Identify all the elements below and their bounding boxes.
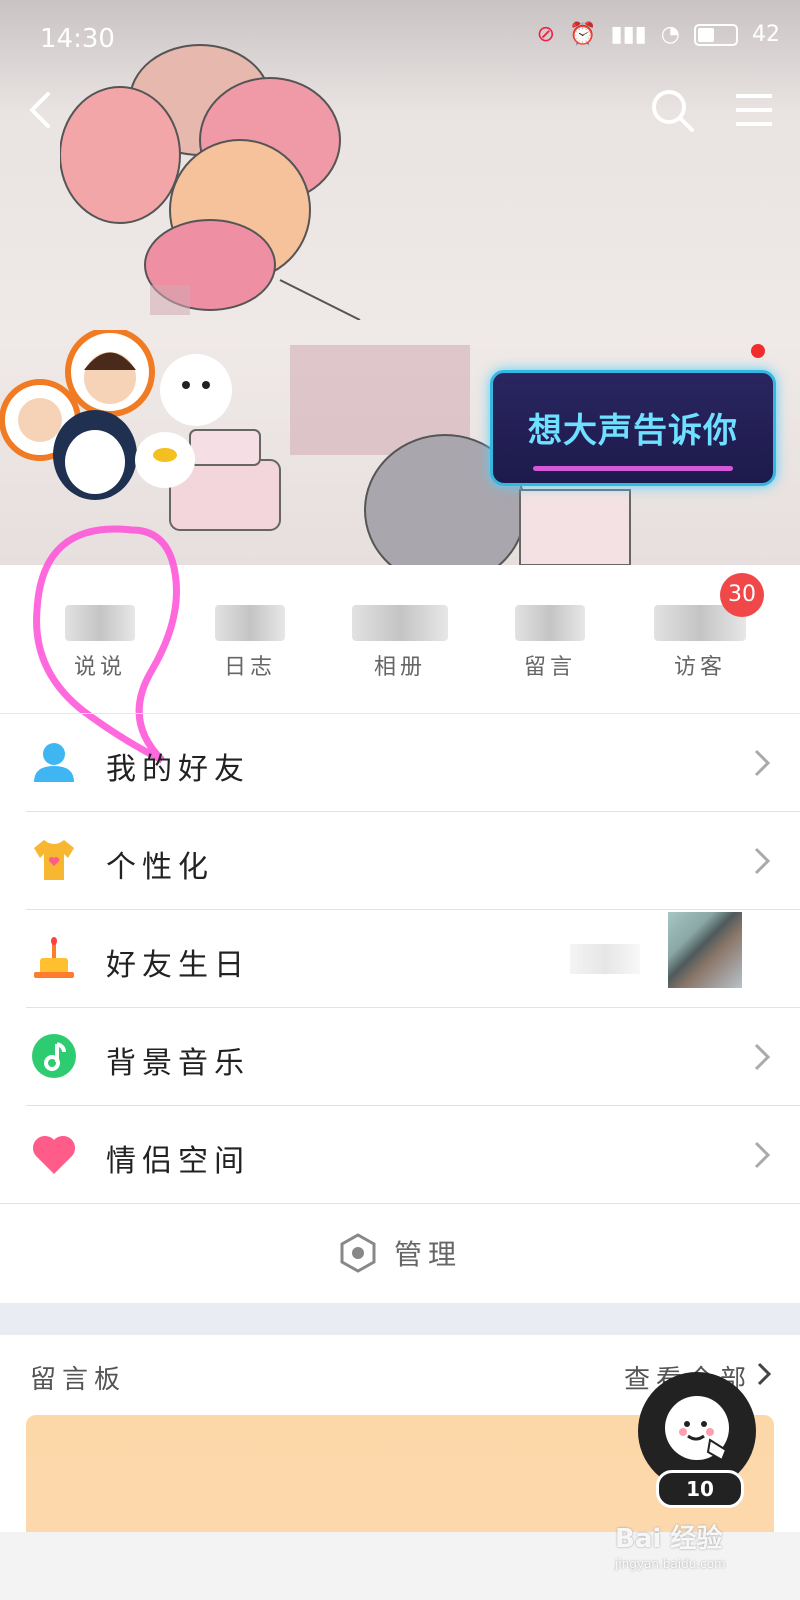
notification-dot (751, 344, 765, 358)
cover-image[interactable]: 14:30 ⊘ ⏰ ▮▮▮ ◔ 42 想大声告诉你 (0, 0, 800, 565)
chevron-right-icon (754, 1043, 771, 1071)
music-note-icon (32, 1034, 76, 1078)
hamburger-menu-icon[interactable] (730, 86, 778, 134)
avatar[interactable] (0, 330, 260, 510)
fab-count-badge: 10 (656, 1470, 744, 1508)
alarm-icon: ⏰ (569, 22, 597, 47)
chevron-right-icon[interactable] (756, 1361, 772, 1387)
search-icon[interactable] (648, 86, 696, 134)
stat-count-blurred (215, 605, 285, 641)
divider (0, 1203, 800, 1204)
menu-item-label: 个性化 (106, 850, 214, 885)
chevron-right-icon (754, 1141, 771, 1169)
chevron-left-icon[interactable] (18, 86, 66, 134)
chevron-right-icon (754, 847, 771, 875)
manage-button[interactable]: 管理 (338, 1233, 462, 1273)
blurred-avatar (570, 944, 640, 974)
stat-blog[interactable]: 日志 (190, 605, 310, 681)
menu-item-label: 情侣空间 (106, 1144, 250, 1179)
watermark-brand: Bai 经验 (615, 1524, 723, 1554)
watermark-url: jingyan.baidu.com (615, 1557, 726, 1571)
menu-item-label: 我的好友 (106, 752, 250, 787)
message-board-title: 留言板 (30, 1365, 127, 1395)
signal-icon: ▮▮▮ (610, 22, 647, 47)
promo-banner[interactable]: 想大声告诉你 (490, 370, 776, 486)
stat-count-blurred (352, 605, 448, 641)
baidu-watermark: Bai 经验 jingyan.baidu.com (615, 1518, 765, 1588)
manage-section: 管理 (0, 1205, 800, 1303)
status-bar: 14:30 ⊘ ⏰ ▮▮▮ ◔ 42 (0, 0, 800, 80)
heart-icon (32, 1135, 76, 1174)
menu-item-couple-space[interactable]: 情侣空间 (0, 1106, 800, 1204)
mute-icon: ⊘ (536, 22, 556, 47)
wifi-icon: ◔ (660, 22, 680, 47)
menu-item-friends[interactable]: 我的好友 (0, 714, 800, 812)
menu-list: 我的好友 个性化 好友生日 背景音乐 情侣空间 (0, 714, 800, 1204)
visitor-count-badge: 30 (720, 573, 764, 617)
stat-label: 日志 (223, 655, 276, 680)
hexagon-settings-icon (340, 1233, 376, 1273)
top-nav (0, 80, 800, 140)
status-time: 14:30 (40, 24, 115, 54)
tshirt-icon (34, 840, 74, 880)
battery-level: 42 (752, 22, 780, 47)
promo-banner-bar (533, 466, 733, 471)
stat-label: 留言 (523, 655, 576, 680)
section-gap (0, 1303, 800, 1335)
stat-album[interactable]: 相册 (340, 605, 460, 681)
battery-icon (694, 23, 738, 46)
menu-item-music[interactable]: 背景音乐 (0, 1008, 800, 1106)
manage-label: 管理 (393, 1238, 462, 1271)
menu-item-personalize[interactable]: 个性化 (0, 812, 800, 910)
menu-item-label: 好友生日 (106, 948, 250, 983)
menu-item-birthdays[interactable]: 好友生日 (0, 910, 800, 1008)
stat-count-blurred (515, 605, 585, 641)
stat-label: 访客 (673, 655, 726, 680)
stat-label: 相册 (373, 655, 426, 680)
stat-message[interactable]: 留言 (490, 605, 610, 681)
friends-icon (34, 743, 74, 782)
cake-icon (34, 937, 74, 978)
menu-item-label: 背景音乐 (106, 1046, 250, 1081)
promo-banner-text: 想大声告诉你 (528, 411, 738, 451)
blurred-avatar (668, 912, 742, 988)
chevron-right-icon (754, 749, 771, 777)
